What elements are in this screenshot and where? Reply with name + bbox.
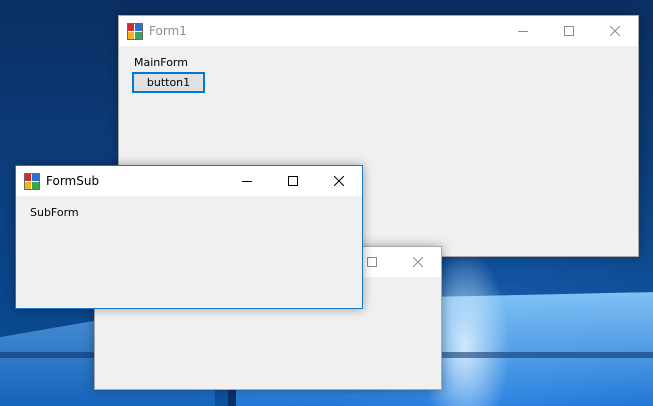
formsub-client-area: SubForm xyxy=(16,196,362,308)
minimize-icon xyxy=(242,181,252,182)
form1-minimize-button[interactable] xyxy=(500,16,546,46)
button1[interactable]: button1 xyxy=(132,72,205,93)
formsub-close-button[interactable] xyxy=(316,166,362,196)
formsub-title: FormSub xyxy=(46,174,100,188)
mainform-label: MainForm xyxy=(134,56,188,69)
form1-close-button[interactable] xyxy=(592,16,638,46)
maximize-icon xyxy=(564,26,574,36)
form-app-icon xyxy=(24,173,40,190)
close-icon xyxy=(413,257,423,267)
close-icon xyxy=(610,26,620,36)
formsub-titlebar[interactable]: FormSub xyxy=(16,166,362,196)
formsub-minimize-button[interactable] xyxy=(224,166,270,196)
background-form-close-button[interactable] xyxy=(395,247,441,277)
form1-titlebar[interactable]: Form1 xyxy=(119,16,638,46)
minimize-icon xyxy=(518,31,528,32)
maximize-icon xyxy=(288,176,298,186)
form-app-icon xyxy=(127,23,143,40)
form1-maximize-button[interactable] xyxy=(546,16,592,46)
subform-label: SubForm xyxy=(30,206,79,219)
maximize-icon xyxy=(367,257,377,267)
close-icon xyxy=(334,176,344,186)
formsub-maximize-button[interactable] xyxy=(270,166,316,196)
form1-title: Form1 xyxy=(149,24,187,38)
formsub-window[interactable]: FormSub SubForm xyxy=(15,165,363,309)
